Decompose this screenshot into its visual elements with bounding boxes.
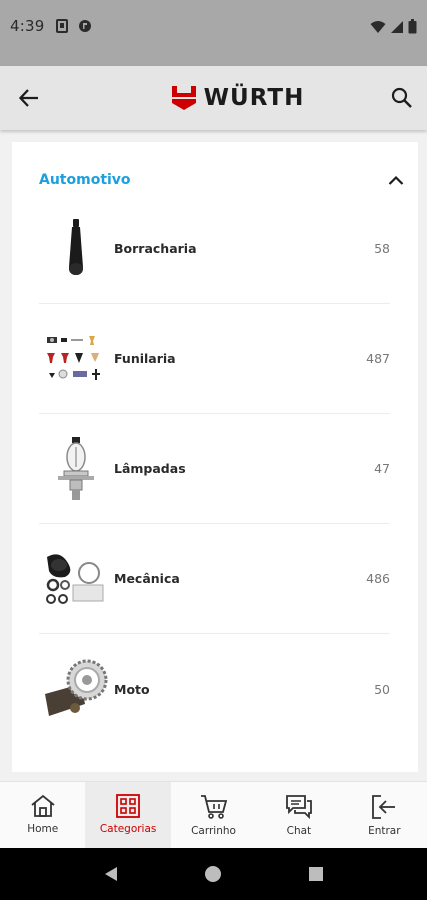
nav-label: Chat — [286, 825, 312, 837]
category-name: Borracharia — [114, 241, 197, 256]
chat-icon — [286, 795, 312, 820]
category-name: Funilaria — [114, 351, 176, 366]
clips-icon — [39, 324, 113, 394]
nav-label: Carrinho — [191, 825, 236, 837]
headlight-bulb-icon — [39, 434, 113, 504]
home-circle-icon[interactable] — [204, 865, 222, 883]
back-triangle-icon[interactable] — [102, 865, 120, 883]
category-row-funilaria[interactable]: Funilaria 487 — [39, 304, 390, 414]
nav-label: Categorias — [99, 823, 157, 835]
cv-boot-kit-icon — [39, 544, 113, 614]
nav-home[interactable]: Home — [0, 782, 85, 848]
cart-icon — [200, 795, 227, 819]
category-count: 50 — [374, 681, 390, 697]
android-system-nav — [0, 848, 427, 900]
app-bar: WÜRTH — [0, 66, 427, 130]
recents-square-icon[interactable] — [307, 865, 325, 883]
category-count: 47 — [374, 461, 390, 476]
sprocket-chain-icon — [39, 654, 113, 724]
grid-icon — [116, 794, 141, 818]
logo-text: WÜRTH — [203, 85, 305, 111]
category-row-borracharia[interactable]: Borracharia 58 — [39, 194, 390, 304]
login-icon — [372, 795, 396, 819]
chevron-up-icon[interactable] — [388, 175, 404, 185]
category-card: Automotivo Borracharia 58 Funilaria 487 … — [12, 142, 418, 772]
category-count: 486 — [366, 571, 390, 586]
nav-chat[interactable]: Chat — [256, 782, 341, 848]
nav-label: Home — [27, 823, 59, 835]
wurth-logo: WÜRTH — [171, 85, 305, 111]
nav-carrinho[interactable]: Carrinho — [171, 782, 256, 848]
home-icon — [31, 794, 55, 817]
tire-valve-icon — [39, 214, 113, 284]
search-icon[interactable] — [391, 87, 413, 109]
back-arrow-icon[interactable] — [18, 87, 40, 109]
wurth-logo-mark — [171, 86, 196, 110]
category-count: 58 — [374, 241, 390, 256]
category-row-moto[interactable]: Moto 50 — [39, 634, 390, 744]
content-area: Automotivo Borracharia 58 Funilaria 487 … — [0, 130, 427, 781]
category-row-lampadas[interactable]: Lâmpadas 47 — [39, 414, 390, 524]
category-name: Moto — [114, 681, 150, 697]
battery-icon — [408, 19, 417, 34]
app-notification-icon — [79, 20, 92, 32]
nav-categorias[interactable]: Categorias — [85, 782, 171, 848]
status-time: 4:39 — [10, 17, 45, 35]
section-title: Automotivo — [39, 172, 131, 188]
wifi-icon — [370, 20, 386, 33]
category-row-mecanica[interactable]: Mecânica 486 — [39, 524, 390, 634]
notification-icon — [56, 19, 69, 33]
category-name: Mecânica — [114, 571, 180, 586]
signal-icon — [391, 20, 403, 33]
nav-entrar[interactable]: Entrar — [342, 782, 427, 848]
section-header[interactable]: Automotivo — [39, 172, 404, 188]
nav-label: Entrar — [368, 825, 401, 837]
bottom-navigation: Home Categorias Carrinho Chat Entrar — [0, 781, 427, 848]
status-bar: 4:39 — [0, 0, 427, 66]
category-count: 487 — [366, 351, 390, 366]
category-name: Lâmpadas — [114, 461, 186, 476]
